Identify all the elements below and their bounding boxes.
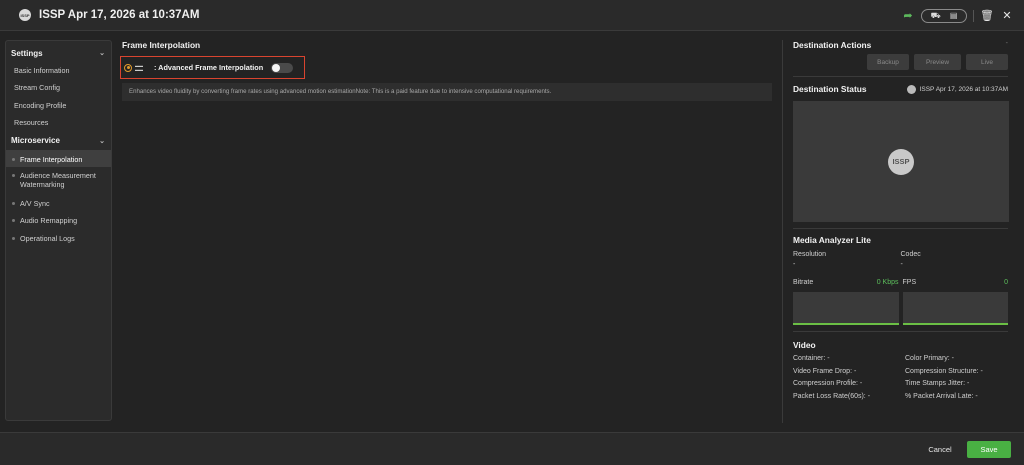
feature-label: : Advanced Frame Interpolation (154, 63, 264, 72)
codec-label: Codec (900, 251, 921, 258)
feature-status-icon (124, 63, 132, 72)
destination-buttons: Backup Preview Live (793, 54, 1008, 70)
divider (793, 228, 1008, 229)
backup-button[interactable]: Backup (867, 54, 909, 70)
issp-logo: ISSP (888, 148, 914, 175)
brand-badge: ISSP (19, 9, 31, 21)
cancel-button[interactable]: Cancel (917, 441, 963, 458)
status-meta: ISSP Apr 17, 2026 at 10:37AM (906, 84, 1008, 94)
save-button[interactable]: Save (967, 441, 1011, 458)
close-icon[interactable]: ✕ (1000, 9, 1014, 22)
destination-actions-header: Destination Actions - (793, 40, 1008, 52)
feature-row: ▬▬ ▬▬ : Advanced Frame Interpolation (120, 56, 305, 79)
sidebar-item-stream-config[interactable]: Stream Config (6, 79, 111, 96)
divider (793, 331, 1008, 332)
diagram-icon[interactable]: ⛟ (931, 11, 941, 21)
sidebar-section-label: Microservice (11, 136, 60, 146)
section-title: Media Analyzer Lite (793, 235, 871, 245)
title-bar: ISSP ISSP Apr 17, 2026 at 10:37AM ➦ ⛟ ▤ … (0, 0, 1024, 31)
source-badge-icon (906, 84, 916, 94)
chevron-down-icon[interactable]: ⌄ (99, 49, 105, 57)
preview-button[interactable]: Preview (914, 54, 961, 70)
bullet-icon (12, 236, 15, 240)
sidebar-item-label: A/V Sync (20, 198, 50, 208)
video-preview: ISSP (793, 101, 1009, 222)
stat-packet-loss: Packet Loss Rate(60s): - (793, 392, 871, 400)
bitrate-line: Bitrate 0 Kbps (793, 279, 899, 289)
fps-line: FPS 0 (903, 279, 1009, 289)
section-title: Destination Actions (793, 40, 872, 50)
sidebar-item-av-sync[interactable]: A/V Sync (6, 194, 111, 211)
section-title: Destination Status (793, 84, 867, 94)
destination-status-header: Destination Status ISSP Apr 17, 2026 at … (793, 83, 1008, 95)
fps-label: FPS (902, 279, 917, 286)
sidebar-section-microservice[interactable]: Microservice ⌄ (6, 132, 111, 150)
bullet-icon (12, 201, 15, 205)
bullet-icon (12, 173, 15, 177)
stat-compression-structure: Compression Structure: - (905, 367, 983, 375)
feature-toggle[interactable] (271, 62, 294, 73)
trash-icon[interactable]: 🗑 (980, 9, 994, 22)
codec-value: - (900, 261, 903, 268)
divider (973, 9, 974, 22)
vendor-logo-icon: ▬▬ ▬▬ (135, 63, 143, 72)
section-title: Video (793, 340, 816, 350)
sidebar-section-settings[interactable]: Settings ⌄ (6, 44, 111, 62)
bullet-icon (12, 219, 15, 223)
chevron-down-icon[interactable]: ⌄ (99, 137, 105, 145)
sidebar-item-encoding-profile[interactable]: Encoding Profile (6, 97, 111, 114)
bullet-icon (12, 157, 15, 161)
fps-sparkline (902, 292, 1008, 325)
feature-description: Enhances video fluidity by converting fr… (122, 83, 772, 101)
sidebar-item-label: Frame Interpolation (20, 154, 83, 164)
sidebar-item-label: Audience Measurement Watermarking (20, 170, 96, 189)
collapse-dash: - (1005, 40, 1008, 47)
divider (793, 76, 1008, 77)
app-window: ISSP ISSP Apr 17, 2026 at 10:37AM ➦ ⛟ ▤ … (0, 0, 1024, 465)
sidebar-section-label: Settings (11, 48, 43, 58)
sidebar-item-audio-remapping[interactable]: Audio Remapping (6, 211, 111, 228)
stat-packet-late: % Packet Arrival Late: - (905, 392, 978, 400)
stat-compression-profile: Compression Profile: - (793, 380, 863, 388)
resolution-value: - (793, 261, 796, 268)
sidebar-item-frame-interpolation[interactable]: Frame Interpolation (6, 149, 111, 167)
sidebar-item-label: Audio Remapping (20, 216, 78, 226)
sidebar-item-label: Operational Logs (20, 233, 75, 243)
settings-sidebar: Settings ⌄ Basic Information Stream Conf… (5, 40, 112, 421)
footer-bar: Cancel Save (0, 432, 1024, 465)
sidebar-item-basic-information[interactable]: Basic Information (6, 62, 111, 79)
main-content: Frame Interpolation ▬▬ ▬▬ : Advanced Fram… (120, 40, 772, 101)
analyzer-grid: Resolution - Codec - (793, 251, 1008, 271)
view-toggle-group[interactable]: ⛟ ▤ (921, 8, 967, 23)
bitrate-label: Bitrate (793, 279, 814, 286)
page-title: Frame Interpolation (122, 40, 201, 50)
rate-row: Bitrate 0 Kbps FPS 0 (793, 279, 1008, 325)
destination-panel: Destination Actions - Backup Preview Liv… (782, 40, 1018, 423)
live-button[interactable]: Live (966, 54, 1008, 70)
brand-badge-text: ISSP (20, 12, 30, 18)
bitrate-value: 0 Kbps (876, 279, 899, 286)
stat-color-primary: Color Primary: - (905, 355, 955, 362)
bitrate-sparkline (793, 292, 899, 325)
stat-timestamps-jitter: Time Stamps Jitter: - (905, 380, 970, 388)
stat-container: Container: - (793, 355, 830, 362)
video-stats: Container: - Color Primary: - Video Fram… (793, 355, 1008, 400)
window-title: ISSP Apr 17, 2026 at 10:37AM (39, 9, 200, 21)
sidebar-item-resources[interactable]: Resources (6, 114, 111, 131)
status-meta-text: ISSP Apr 17, 2026 at 10:37AM (919, 85, 1008, 93)
top-actions: ➦ ⛟ ▤ 🗑 ✕ (901, 0, 1014, 31)
stat-frame-drop: Video Frame Drop: - (793, 367, 857, 375)
share-icon[interactable]: ➦ (901, 9, 915, 22)
sidebar-item-audience-measurement[interactable]: Audience Measurement Watermarking (6, 167, 111, 194)
resolution-label: Resolution (793, 251, 827, 258)
panel-icon[interactable]: ▤ (950, 11, 958, 20)
sidebar-item-operational-logs[interactable]: Operational Logs (6, 229, 111, 246)
fps-value: 0 (1004, 279, 1008, 286)
